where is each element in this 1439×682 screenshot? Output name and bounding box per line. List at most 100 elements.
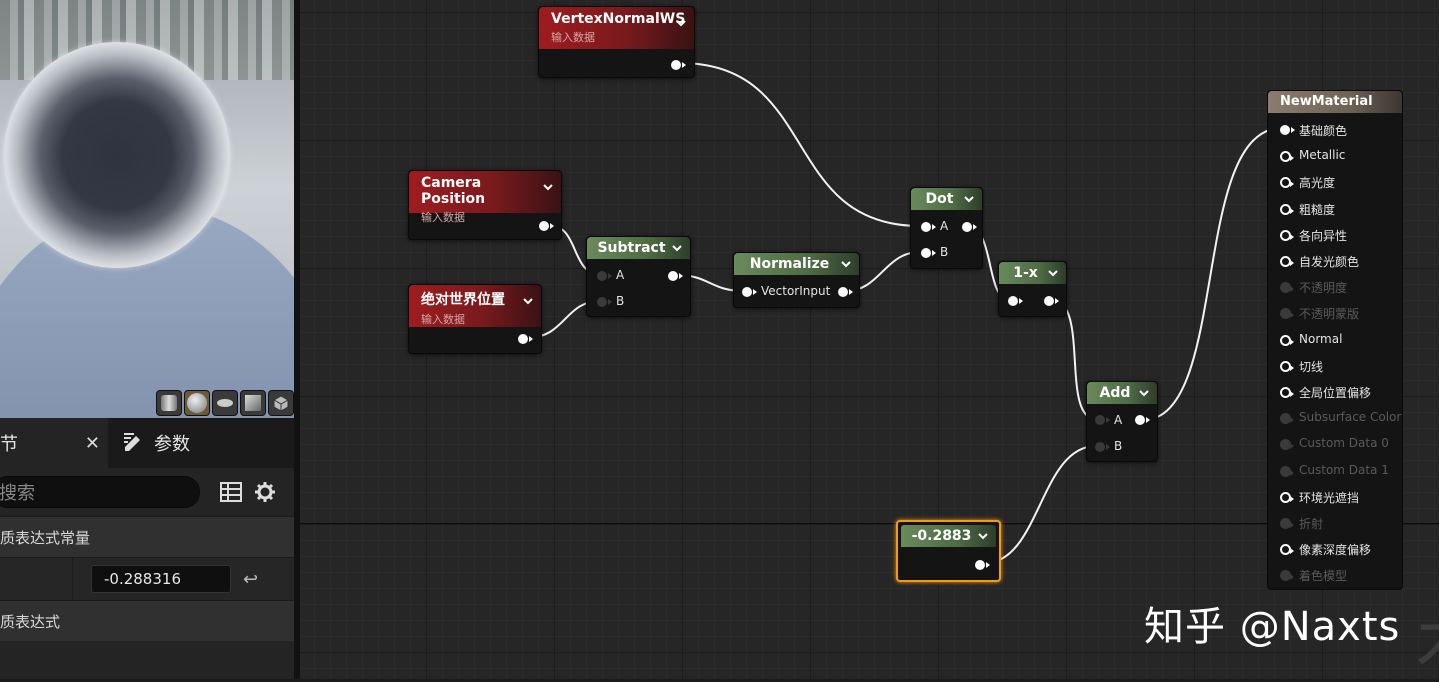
node-add[interactable]: Add A B [1086, 381, 1158, 462]
input-pin[interactable] [1280, 491, 1294, 503]
chevron-down-icon[interactable] [962, 192, 976, 206]
material-input-label: 折射 [1299, 517, 1324, 531]
node-absolute-world-position[interactable]: 绝对世界位置 输入数据 [408, 284, 542, 354]
material-input-row[interactable]: Normal [1268, 331, 1402, 349]
cube-icon[interactable] [240, 390, 266, 416]
chevron-down-icon[interactable] [1046, 266, 1060, 280]
sphere-icon[interactable] [184, 390, 210, 416]
material-input-row[interactable]: 全局位置偏移 [1268, 383, 1402, 401]
input-pin[interactable] [1280, 308, 1294, 320]
tab-details-label: 节 [0, 434, 18, 455]
material-input-row[interactable]: 折射 [1268, 514, 1402, 532]
output-pin[interactable] [1135, 415, 1150, 425]
input-pin-a[interactable] [921, 222, 936, 232]
material-input-row[interactable]: 高光度 [1268, 173, 1402, 191]
material-input-row[interactable]: Subsurface Color [1268, 409, 1402, 427]
input-pin-a[interactable] [597, 271, 612, 281]
chevron-down-icon[interactable] [541, 180, 555, 194]
input-pin[interactable] [1280, 413, 1294, 425]
material-input-row[interactable]: 自发光颜色 [1268, 252, 1402, 270]
input-pin[interactable] [1280, 282, 1294, 294]
material-input-row[interactable]: 不透明度 [1268, 278, 1402, 296]
chevron-down-icon[interactable] [976, 529, 990, 543]
input-pin[interactable] [1280, 570, 1294, 582]
output-pin[interactable] [671, 60, 686, 70]
chevron-down-icon[interactable] [670, 241, 684, 255]
plane-icon[interactable] [212, 390, 238, 416]
input-pin[interactable] [1280, 177, 1294, 189]
output-pin[interactable] [962, 222, 977, 232]
input-pin[interactable] [1280, 151, 1294, 163]
input-pin[interactable] [1280, 229, 1294, 241]
node-vertex-normal-ws[interactable]: VertexNormalWS 输入数据 [538, 6, 695, 78]
material-input-row[interactable]: 着色模型 [1268, 566, 1402, 584]
output-pin[interactable] [518, 334, 533, 344]
material-preview-viewport[interactable] [0, 0, 294, 418]
input-pin[interactable] [1008, 296, 1023, 306]
input-pin-b[interactable] [597, 297, 612, 307]
input-pin-b[interactable] [1095, 442, 1110, 452]
material-input-row[interactable]: Metallic [1268, 147, 1402, 165]
material-input-row[interactable]: 环境光遮挡 [1268, 488, 1402, 506]
input-pin[interactable] [1280, 465, 1294, 477]
input-pin[interactable] [1280, 387, 1294, 398]
input-pin[interactable] [1280, 439, 1294, 451]
search-input[interactable]: 搜索 [0, 476, 200, 508]
chevron-down-icon[interactable] [1137, 386, 1151, 400]
output-pin[interactable] [838, 287, 853, 297]
pin-arrow [1290, 155, 1294, 162]
material-input-row[interactable]: 基础颜色 [1268, 121, 1402, 139]
node-dot[interactable]: Dot A B [910, 187, 983, 269]
section-constant[interactable]: 质表达式常量 [0, 516, 294, 557]
material-input-row[interactable]: Custom Data 1 [1268, 462, 1402, 480]
material-input-label: Subsurface Color [1299, 410, 1402, 425]
constant-value-input[interactable]: -0.288316 [91, 565, 231, 593]
material-input-row[interactable]: 粗糙度 [1268, 200, 1402, 218]
chevron-down-icon[interactable] [521, 294, 535, 308]
input-pin[interactable] [1280, 360, 1294, 372]
node-header: Add [1087, 382, 1157, 404]
tab-details[interactable]: 节 ✕ [0, 418, 108, 468]
pin-arrow [1290, 207, 1294, 214]
material-input-row[interactable]: 切线 [1268, 357, 1402, 375]
close-icon[interactable]: ✕ [85, 433, 100, 454]
input-pin[interactable] [1280, 203, 1294, 215]
material-input-label: Normal [1299, 331, 1343, 346]
section-expression[interactable]: 质表达式 [0, 600, 294, 641]
node-subtract[interactable]: Subtract A B [586, 236, 691, 317]
material-input-row[interactable]: Custom Data 0 [1268, 435, 1402, 453]
chevron-down-icon[interactable] [839, 257, 853, 271]
node-constant[interactable]: -0.2883 [896, 520, 1001, 582]
input-pin-a[interactable] [1095, 415, 1110, 425]
material-input-row[interactable]: 各向异性 [1268, 226, 1402, 244]
section-constant-label: 质表达式常量 [0, 528, 91, 547]
node-one-minus[interactable]: 1-x [998, 261, 1067, 317]
pin-arrow [1290, 364, 1294, 371]
input-pin[interactable] [1280, 256, 1294, 267]
output-pin[interactable] [975, 560, 990, 570]
cylinder-icon[interactable] [156, 390, 182, 416]
tab-parameters[interactable]: 参数 [108, 418, 190, 468]
input-pin[interactable] [1280, 125, 1295, 135]
node-header: 绝对世界位置 输入数据 [409, 285, 541, 327]
output-pin[interactable] [1044, 296, 1059, 306]
input-pin[interactable] [1280, 518, 1294, 529]
pin-arrow [1290, 181, 1294, 188]
material-input-label: 不透明蒙版 [1299, 307, 1360, 322]
input-pin[interactable] [1280, 544, 1294, 556]
input-pin-vector[interactable] [742, 287, 757, 297]
custom-mesh-icon[interactable] [268, 390, 294, 416]
gear-icon[interactable] [254, 481, 276, 503]
reset-arrow-icon[interactable]: ↩ [243, 569, 258, 590]
node-normalize[interactable]: Normalize VectorInput [733, 252, 860, 308]
material-input-row[interactable]: 不透明蒙版 [1268, 304, 1402, 322]
output-pin[interactable] [539, 221, 554, 231]
node-camera-position[interactable]: Camera Position 输入数据 [408, 170, 562, 240]
table-view-icon[interactable] [220, 481, 242, 503]
node-material-result[interactable]: NewMaterial 基础颜色 Metallic 高光度 粗糙度 各向异性 自发光颜色不… [1267, 90, 1403, 590]
input-pin-b[interactable] [921, 248, 936, 258]
output-pin[interactable] [668, 271, 683, 281]
input-pin[interactable] [1280, 334, 1294, 346]
material-input-row[interactable]: 像素深度偏移 [1268, 540, 1402, 558]
chevron-down-icon[interactable] [674, 16, 688, 30]
